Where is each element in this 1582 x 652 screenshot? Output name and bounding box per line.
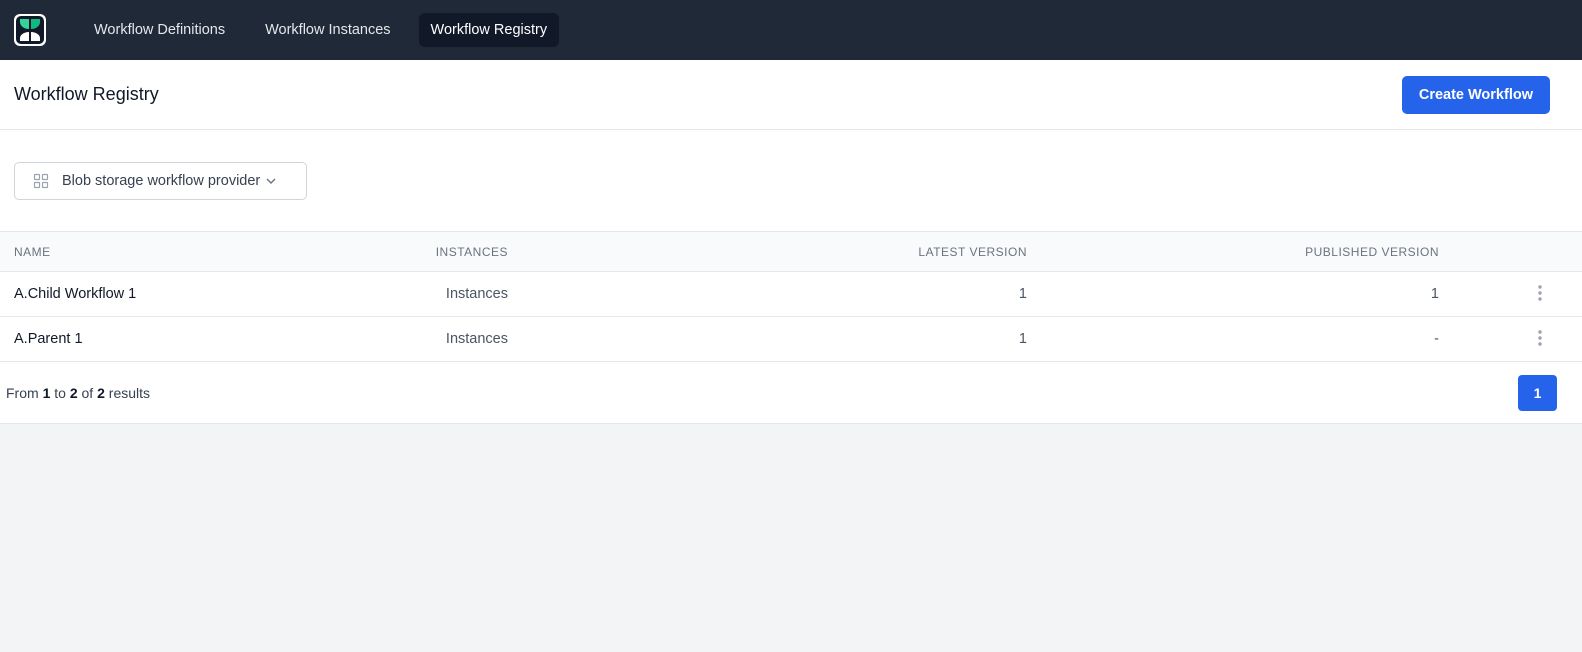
vertical-dots-icon[interactable] <box>1530 328 1550 348</box>
workflow-name[interactable]: A.Parent 1 <box>0 316 392 362</box>
app-logo[interactable] <box>14 14 46 46</box>
column-header-actions <box>1439 231 1582 272</box>
results-end: 2 <box>69 384 78 401</box>
column-header-instances: Instances <box>392 231 508 272</box>
published-version: 1 <box>1027 271 1439 317</box>
latest-version: 1 <box>508 316 1027 362</box>
workflow-name[interactable]: A.Child Workflow 1 <box>0 271 392 317</box>
provider-dropdown-label: Blob storage workflow provider <box>62 173 261 189</box>
table-header-row: Name Instances Latest Version Published … <box>0 231 1582 272</box>
results-to: to <box>54 384 66 401</box>
results-total: 2 <box>97 384 105 401</box>
results-prefix: From <box>6 384 39 401</box>
provider-dropdown[interactable]: Blob storage workflow provider <box>14 162 307 200</box>
grid-icon <box>33 173 49 189</box>
workflow-registry-table: Name Instances Latest Version Published … <box>0 231 1582 362</box>
nav-workflow-definitions[interactable]: Workflow Definitions <box>82 13 237 47</box>
page-header: Workflow Registry Create Workflow <box>0 60 1582 130</box>
page-title: Workflow Registry <box>14 84 159 104</box>
vertical-dots-icon[interactable] <box>1530 283 1550 303</box>
create-workflow-button[interactable]: Create Workflow <box>1401 75 1550 114</box>
results-suffix: results <box>108 384 151 401</box>
column-header-name[interactable]: Name <box>0 231 392 272</box>
table-row[interactable]: A.Child Workflow 1 Instances 1 1 <box>0 271 1582 317</box>
nav-workflow-registry[interactable]: Workflow Registry <box>418 13 560 47</box>
instances-link[interactable]: Instances <box>392 271 508 317</box>
results-summary: From 1 to 2 of 2 results <box>6 385 150 401</box>
pagination-bar: From 1 to 2 of 2 results 1 <box>0 362 1582 424</box>
instances-link[interactable]: Instances <box>392 316 508 362</box>
results-start: 1 <box>42 384 51 401</box>
filter-bar: Blob storage workflow provider <box>0 130 1582 231</box>
registry-page: Workflow Registry Create Workflow Blob s… <box>0 60 1582 424</box>
column-header-published-version[interactable]: Published Version <box>1027 231 1439 272</box>
published-version: - <box>1027 316 1439 362</box>
latest-version: 1 <box>508 271 1027 317</box>
nav-workflow-instances[interactable]: Workflow Instances <box>253 13 402 47</box>
page-button-current[interactable]: 1 <box>1518 374 1557 411</box>
table-row[interactable]: A.Parent 1 Instances 1 - <box>0 316 1582 362</box>
chevron-down-icon <box>264 174 278 188</box>
column-header-latest-version[interactable]: Latest Version <box>508 231 1027 272</box>
results-of: of <box>81 384 94 401</box>
top-navigation: Workflow Definitions Workflow Instances … <box>0 0 1582 60</box>
